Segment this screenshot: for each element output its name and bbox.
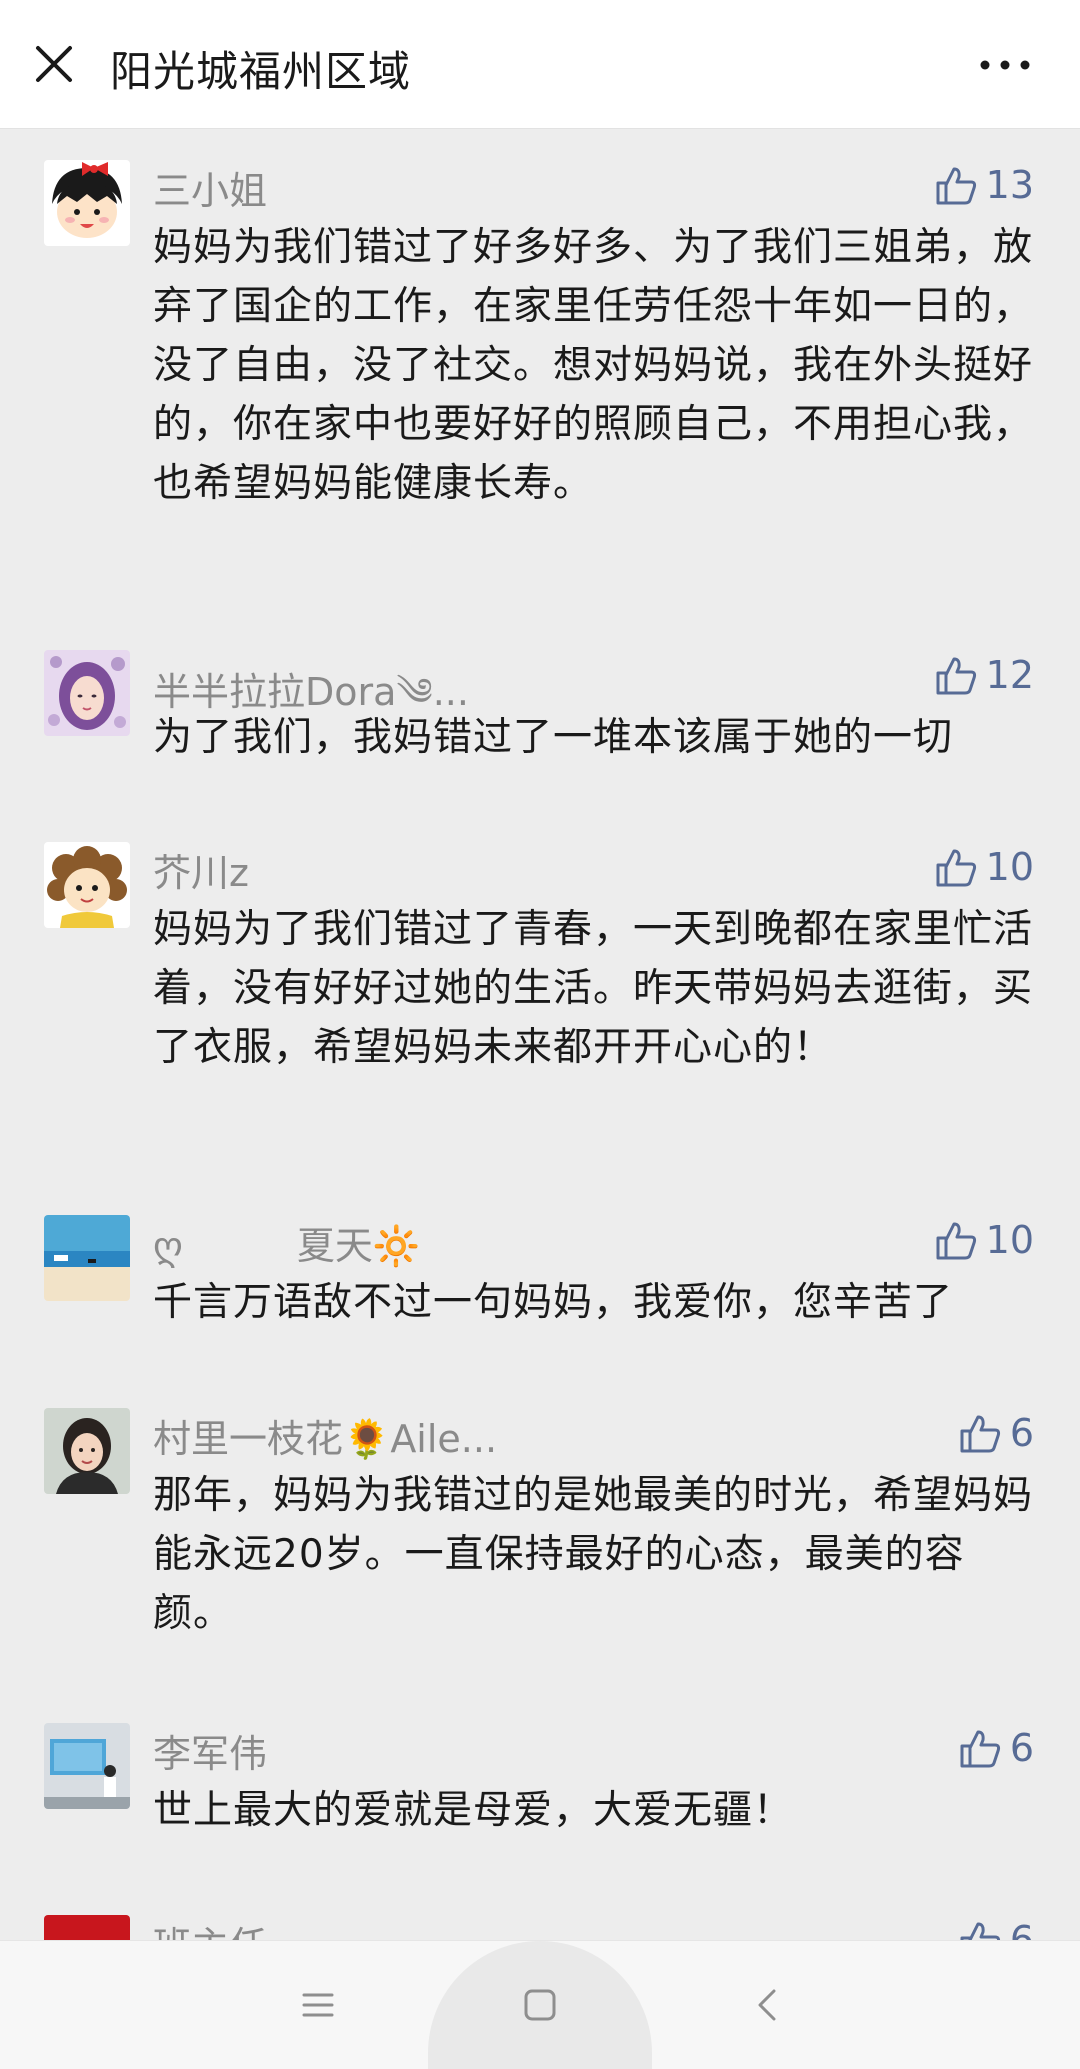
comment-author[interactable]: ღ 夏天🔆: [153, 1215, 420, 1270]
avatar[interactable]: [44, 160, 130, 246]
like-button[interactable]: 12: [934, 650, 1034, 700]
like-count: 6: [1009, 1726, 1034, 1770]
close-icon[interactable]: [34, 44, 74, 84]
like-button[interactable]: 6: [958, 1723, 1034, 1773]
avatar[interactable]: [44, 842, 130, 928]
home-icon[interactable]: [520, 1985, 560, 2025]
like-count: 10: [985, 1218, 1034, 1262]
comment-author[interactable]: 三小姐: [153, 160, 267, 215]
avatar[interactable]: [44, 1723, 130, 1809]
like-button[interactable]: 6: [958, 1408, 1034, 1458]
comment-author[interactable]: 李军伟: [153, 1723, 267, 1778]
like-button[interactable]: 10: [934, 1215, 1034, 1265]
like-button[interactable]: 10: [934, 842, 1034, 892]
thumbs-up-icon: [960, 1730, 1000, 1768]
like-count: 6: [1009, 1411, 1034, 1455]
thumbs-up-icon: [960, 1415, 1000, 1453]
like-count: 13: [985, 163, 1034, 207]
more-icon[interactable]: [980, 60, 1030, 70]
thumbs-up-icon: [960, 1922, 1000, 1940]
menu-icon[interactable]: [298, 1985, 338, 2025]
system-nav-bar: [0, 1940, 1080, 2069]
back-icon[interactable]: [748, 1985, 788, 2025]
avatar[interactable]: [44, 650, 130, 736]
comment-author[interactable]: 芥川z: [153, 842, 249, 897]
comment-author[interactable]: 班主任: [153, 1915, 267, 1940]
page-title: 阳光城福州区域: [110, 47, 412, 96]
comment-text: 千言万语敌不过一句妈妈，我爱你，您辛苦了: [153, 1280, 954, 1325]
comment-list: 三小姐 13 妈妈为我们错过了好多好多、为了我们三姐弟，放弃了国企的工作，在家里…: [0, 130, 1080, 1940]
comment-text: 妈妈为了我们错过了青春，一天到晚都在家里忙活着，没有好好过她的生活。昨天带妈妈去…: [153, 907, 1034, 1070]
like-button[interactable]: 13: [934, 160, 1034, 210]
thumbs-up-icon: [936, 657, 976, 695]
comment-author[interactable]: 村里一枝花🌻Aile...: [153, 1408, 497, 1463]
comment-text: 世上最大的爱就是母爱，大爱无疆！: [153, 1788, 794, 1833]
avatar[interactable]: [44, 1915, 130, 1940]
comment-text: 那年，妈妈为我错过的是她最美的时光，希望妈妈能永远20岁。一直保持最好的心态，最…: [153, 1473, 1034, 1636]
avatar[interactable]: [44, 1215, 130, 1301]
thumbs-up-icon: [936, 167, 976, 205]
thumbs-up-icon: [936, 849, 976, 887]
like-count: 10: [985, 845, 1034, 889]
thumbs-up-icon: [936, 1222, 976, 1260]
title-bar: 阳光城福州区域: [0, 0, 1080, 129]
comment-text: 为了我们，我妈错过了一堆本该属于她的一切: [153, 715, 954, 760]
like-count: 6: [1009, 1918, 1034, 1940]
avatar[interactable]: [44, 1408, 130, 1494]
comment-text: 妈妈为我们错过了好多好多、为了我们三姐弟，放弃了国企的工作，在家里任劳任怨十年如…: [153, 225, 1034, 506]
like-count: 12: [985, 653, 1034, 697]
like-button[interactable]: 6: [958, 1915, 1034, 1940]
